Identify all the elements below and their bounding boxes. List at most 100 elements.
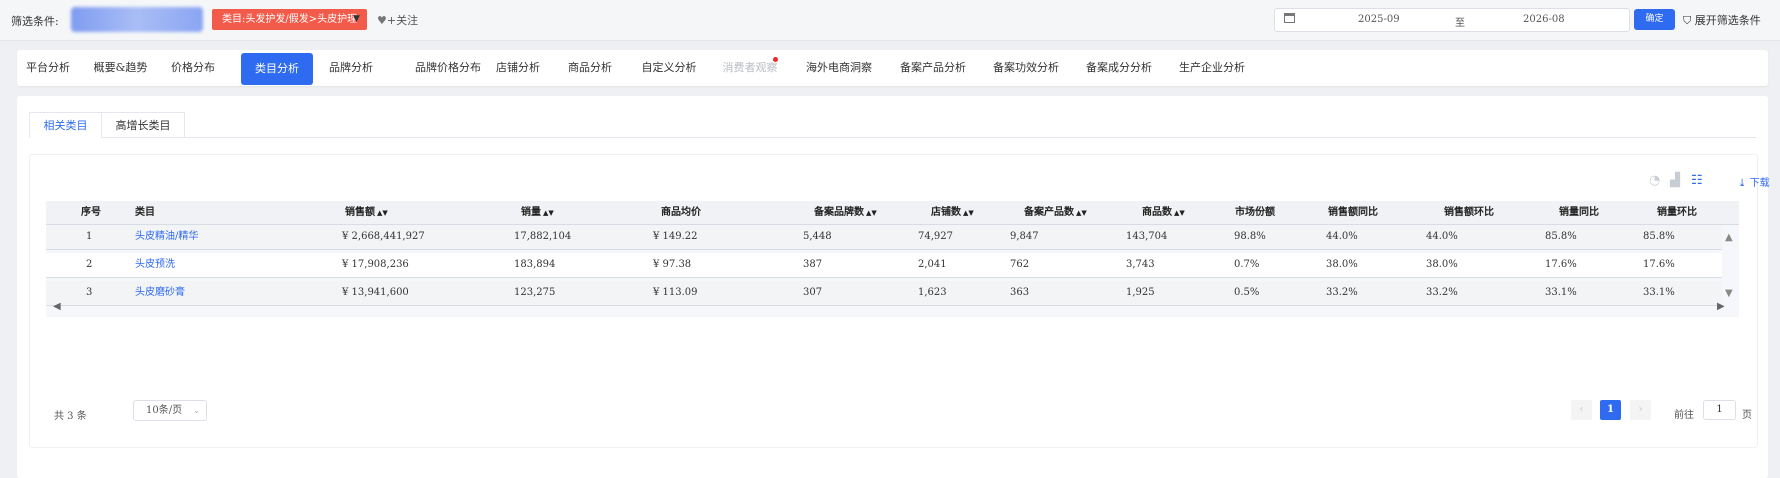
filter-label: 筛选条件:	[11, 15, 59, 28]
cell-store-count: 2,041	[918, 259, 947, 270]
scroll-down-icon[interactable]: ▼	[1725, 288, 1733, 299]
tab-product-analysis[interactable]: 商品分析	[561, 50, 619, 86]
next-page-button[interactable]: ›	[1630, 400, 1651, 420]
tab-category-analysis[interactable]: 类目分析	[241, 53, 313, 85]
sort-icon[interactable]: ▲▼	[1174, 208, 1185, 217]
date-start[interactable]: 2025-09	[1358, 14, 1400, 25]
cell-market-share: 0.7%	[1234, 259, 1260, 270]
cell-category-link[interactable]: 头皮磨砂膏	[135, 281, 185, 305]
subtab-related-categories[interactable]: 相关类目	[29, 112, 102, 138]
category-filter-tag[interactable]: 类目:头发护发/假发>头皮护理	[212, 9, 368, 30]
cell-volume-mom: 33.1%	[1643, 287, 1675, 298]
cell-volume-yoy: 85.8%	[1545, 231, 1577, 242]
notification-dot	[773, 57, 778, 62]
heart-icon: ♥	[377, 14, 387, 27]
prev-page-button[interactable]: ‹	[1571, 400, 1592, 420]
filter-chip-redacted[interactable]	[71, 7, 203, 32]
cell-store-count: 1,623	[918, 287, 947, 298]
tab-overseas-ecommerce[interactable]: 海外电商洞察	[796, 50, 882, 86]
cell-sales-mom: 38.0%	[1426, 259, 1458, 270]
header-product-count-label: 商品数	[1142, 207, 1172, 218]
cell-sales-amount: ¥ 17,908,236	[342, 259, 409, 270]
header-sales-amount-label: 销售额	[345, 207, 375, 218]
cell-filed-brands: 387	[803, 259, 823, 270]
cell-sales-yoy: 38.0%	[1326, 259, 1358, 270]
tab-platform-analysis[interactable]: 平台分析	[17, 50, 79, 86]
scroll-up-icon[interactable]: ▲	[1725, 232, 1733, 243]
confirm-button[interactable]: 确定	[1634, 9, 1675, 30]
tab-store-analysis[interactable]: 店铺分析	[489, 50, 547, 86]
expand-filter-button[interactable]: ⛉ 展开筛选条件	[1683, 12, 1761, 28]
sort-icon[interactable]: ▲▼	[543, 208, 554, 217]
cell-category-link[interactable]: 头皮预洗	[135, 253, 175, 277]
tab-filing-efficacy-analysis[interactable]: 备案功效分析	[983, 50, 1069, 86]
cell-volume-mom: 17.6%	[1643, 259, 1675, 270]
cell-filed-brands: 5,448	[803, 231, 832, 242]
cell-sales-volume: 123,275	[514, 287, 556, 298]
subtabs: 相关类目 高增长类目	[29, 112, 1756, 138]
pie-chart-icon[interactable]: ◔	[1649, 173, 1660, 188]
tab-custom-analysis[interactable]: 自定义分析	[633, 50, 705, 86]
header-filed-brands-label: 备案品牌数	[814, 207, 864, 218]
download-button[interactable]: ⤓ 下载	[1738, 174, 1770, 189]
table-card: ◔ ▟ ☷ ⤓ 下载 序号 类目 销售额 ▲▼ 销量 ▲▼ 商品均价 备案品牌数 ▲▼…	[29, 154, 1770, 448]
cell-filed-products: 762	[1010, 259, 1030, 270]
cell-filed-products: 9,847	[1010, 231, 1039, 242]
cell-volume-yoy: 33.1%	[1545, 287, 1577, 298]
subtab-high-growth-categories[interactable]: 高增长类目	[101, 112, 185, 137]
tab-price-distribution[interactable]: 价格分布	[164, 50, 222, 86]
sort-icon[interactable]: ▲▼	[866, 208, 877, 217]
total-count: 共 3 条	[54, 411, 87, 422]
bar-chart-icon[interactable]: ▟	[1670, 173, 1680, 188]
table-view-icon[interactable]: ☷	[1691, 173, 1703, 188]
cell-category-link[interactable]: 头皮精油/精华	[135, 225, 198, 249]
header-sales-amount[interactable]: 销售额 ▲▼	[345, 201, 388, 224]
date-separator: 至	[1455, 18, 1465, 29]
tab-filing-product-analysis[interactable]: 备案产品分析	[890, 50, 976, 86]
goto-label: 前往	[1674, 410, 1694, 421]
tab-manufacturer-analysis[interactable]: 生产企业分析	[1169, 50, 1255, 86]
expand-filter-label: 展开筛选条件	[1694, 14, 1761, 27]
header-sales-volume[interactable]: 销量 ▲▼	[521, 201, 554, 224]
cell-index: 1	[86, 231, 93, 242]
content-panel: 相关类目 高增长类目 ◔ ▟ ☷ ⤓ 下载 序号 类目 销售额 ▲▼ 销量 ▲▼ 商…	[17, 96, 1770, 478]
tab-filing-ingredient-analysis[interactable]: 备案成分分析	[1076, 50, 1162, 86]
cell-index: 2	[86, 259, 93, 270]
table-row: 1 头皮精油/精华 ¥ 2,668,441,927 17,882,104 ¥ 1…	[46, 225, 1722, 250]
calendar-icon	[1284, 13, 1295, 23]
goto-page-input[interactable]: 1	[1703, 400, 1736, 420]
header-filed-brands[interactable]: 备案品牌数 ▲▼	[814, 201, 877, 224]
sort-icon[interactable]: ▲▼	[963, 208, 974, 217]
sort-icon[interactable]: ▲▼	[1076, 208, 1087, 217]
header-store-count[interactable]: 店铺数 ▲▼	[931, 201, 974, 224]
header-sales-volume-label: 销量	[521, 207, 541, 218]
header-sales-mom: 销售额环比	[1444, 207, 1494, 218]
scroll-left-icon[interactable]: ◀	[53, 301, 61, 312]
header-avg-price: 商品均价	[661, 207, 701, 218]
tab-overview-trend[interactable]: 概要&趋势	[83, 50, 158, 86]
tab-brand-analysis[interactable]: 品牌分析	[322, 50, 380, 86]
follow-button[interactable]: ♥+关注	[377, 12, 418, 28]
table-row: 3 头皮磨砂膏 ¥ 13,941,600 123,275 ¥ 113.09 30…	[46, 281, 1722, 306]
header-product-count[interactable]: 商品数 ▲▼	[1142, 201, 1185, 224]
header-market-share: 市场份额	[1235, 207, 1275, 218]
page-size-select[interactable]: 10条/页 ⌄	[133, 400, 207, 421]
page-number-current[interactable]: 1	[1600, 400, 1621, 420]
date-end[interactable]: 2026-08	[1523, 14, 1565, 25]
cell-sales-amount: ¥ 13,941,600	[342, 287, 409, 298]
download-icon: ⤓	[1738, 178, 1747, 189]
filter-icon: ⛉	[1683, 14, 1692, 27]
date-range-picker[interactable]: 2025-09 至 2026-08	[1274, 8, 1630, 32]
sort-icon[interactable]: ▲▼	[377, 208, 388, 217]
scroll-right-icon[interactable]: ▶	[1717, 301, 1725, 312]
cell-sales-volume: 17,882,104	[514, 231, 572, 242]
cell-volume-yoy: 17.6%	[1545, 259, 1577, 270]
chevron-down-icon[interactable]: ▼	[353, 14, 360, 24]
view-toolbar: ◔ ▟ ☷ ⤓ 下载	[1649, 173, 1770, 189]
chevron-down-icon: ⌄	[193, 406, 200, 415]
cell-store-count: 74,927	[918, 231, 953, 242]
page-size-value: 10条/页	[146, 405, 183, 416]
header-index: 序号	[81, 207, 101, 218]
tab-brand-price-distribution[interactable]: 品牌价格分布	[398, 50, 498, 86]
header-filed-products[interactable]: 备案产品数 ▲▼	[1024, 201, 1087, 224]
